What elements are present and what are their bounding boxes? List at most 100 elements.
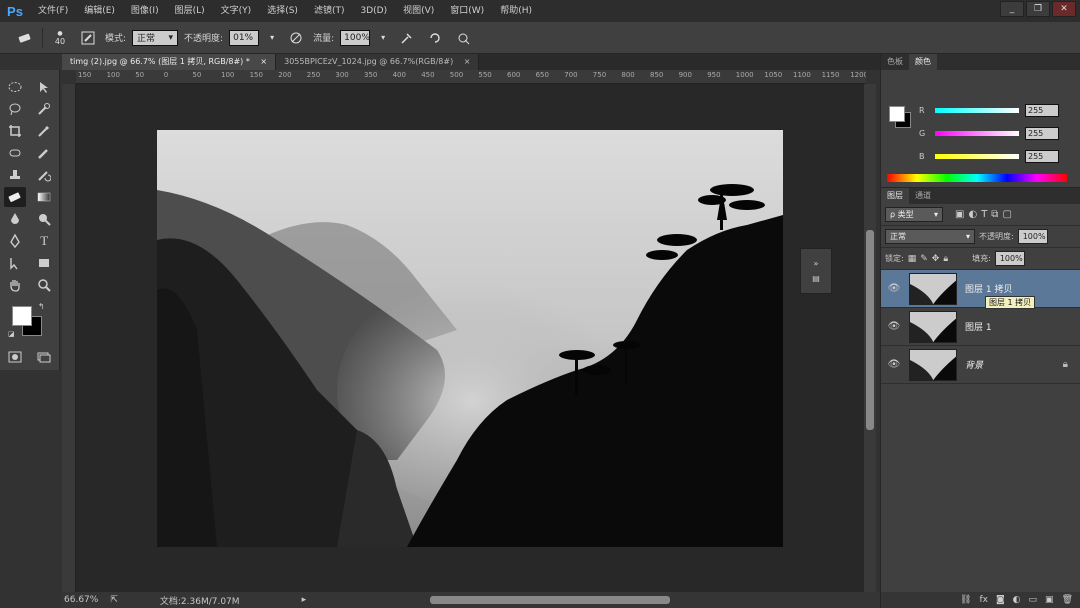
history-brush-tool-icon[interactable] (33, 165, 55, 185)
blue-slider[interactable] (935, 154, 1019, 159)
green-value[interactable]: 255 (1025, 127, 1059, 140)
zoom-tool-icon[interactable] (33, 275, 55, 295)
tab-layers[interactable]: 图层 (881, 188, 909, 204)
close-tab-icon[interactable]: × (464, 57, 471, 66)
menu-view[interactable]: 视图(V) (395, 0, 442, 22)
tab-color[interactable]: 颜色 (909, 54, 937, 70)
foreground-color-chip[interactable] (889, 106, 905, 122)
dodge-tool-icon[interactable] (33, 209, 55, 229)
visibility-eye-icon[interactable]: 👁︎ (887, 359, 901, 370)
brush-tool-icon[interactable] (33, 143, 55, 163)
foreground-color-swatch[interactable] (12, 306, 32, 326)
gradient-tool-icon[interactable] (33, 187, 55, 207)
panel-collapse-icon[interactable]: » (814, 259, 819, 268)
brush-size-picker[interactable]: ● 40 (49, 27, 71, 49)
red-value[interactable]: 255 (1025, 104, 1059, 117)
visibility-eye-icon[interactable]: 👁︎ (887, 321, 901, 332)
export-icon[interactable]: ⇱ (110, 595, 118, 605)
layer-style-icon[interactable]: fx (979, 595, 988, 605)
document-info[interactable]: 文档:2.36M/7.07M (160, 594, 240, 607)
filter-pixel-icon[interactable]: ▣ (955, 209, 964, 220)
brush-panel-toggle-icon[interactable] (77, 27, 99, 49)
hand-tool-icon[interactable] (4, 275, 26, 295)
crop-tool-icon[interactable] (4, 121, 26, 141)
menu-filter[interactable]: 滤镜(T) (306, 0, 353, 22)
lock-position-icon[interactable]: ✥ (932, 254, 940, 264)
menu-layer[interactable]: 图层(L) (167, 0, 213, 22)
pressure-opacity-icon[interactable] (285, 27, 307, 49)
rectangle-tool-icon[interactable] (33, 253, 55, 273)
pressure-size-icon[interactable] (452, 27, 474, 49)
eraser-tool-preset-icon[interactable] (14, 27, 36, 49)
panel-icon[interactable]: ▤ (812, 274, 820, 283)
erase-to-history-icon[interactable] (424, 27, 446, 49)
layer-name[interactable]: 图层 1 (965, 320, 992, 333)
path-selection-tool-icon[interactable] (4, 253, 26, 273)
lock-all-icon[interactable]: 🔒︎ (943, 254, 948, 264)
new-group-icon[interactable]: ▭ (1029, 595, 1038, 605)
mode-select[interactable]: 正常 ▾ (132, 29, 179, 46)
clone-stamp-tool-icon[interactable] (4, 165, 26, 185)
close-button[interactable]: ✕ (1052, 1, 1076, 17)
flow-slider-toggle-icon[interactable]: ▾ (376, 27, 390, 49)
type-tool-icon[interactable]: T (33, 231, 55, 251)
swap-colors-icon[interactable]: ↰ (38, 302, 45, 311)
menu-3d[interactable]: 3D(D) (352, 0, 395, 22)
filter-type-icon[interactable]: T (981, 209, 987, 220)
canvas-area[interactable] (76, 84, 866, 592)
zoom-level[interactable]: 66.67% (64, 595, 98, 605)
layer-row[interactable]: 👁︎ 图层 1 (881, 308, 1080, 346)
green-slider[interactable] (935, 131, 1019, 136)
eyedropper-tool-icon[interactable] (33, 121, 55, 141)
healing-brush-tool-icon[interactable] (4, 143, 26, 163)
menu-file[interactable]: 文件(F) (30, 0, 76, 22)
add-mask-icon[interactable]: ◙ (996, 595, 1005, 605)
screen-mode-icon[interactable] (33, 347, 55, 367)
filter-smart-object-icon[interactable]: ▢ (1002, 209, 1011, 220)
filter-shape-icon[interactable]: ⧉ (991, 209, 998, 220)
red-slider[interactable] (935, 108, 1019, 113)
lasso-tool-icon[interactable] (4, 99, 26, 119)
menu-type[interactable]: 文字(Y) (213, 0, 260, 22)
blue-value[interactable]: 255 (1025, 150, 1059, 163)
opacity-slider-toggle-icon[interactable]: ▾ (265, 27, 279, 49)
quick-mask-icon[interactable] (4, 347, 26, 367)
airbrush-icon[interactable] (396, 27, 418, 49)
minimize-button[interactable]: _ (1000, 1, 1024, 17)
layer-name[interactable]: 背景 (965, 358, 983, 371)
new-layer-icon[interactable]: ▣ (1045, 595, 1054, 605)
eraser-tool-icon[interactable] (3, 187, 26, 207)
layer-row[interactable]: 👁︎ 背景 🔒︎ (881, 346, 1080, 384)
marquee-tool-icon[interactable] (4, 77, 26, 97)
pen-tool-icon[interactable] (4, 231, 26, 251)
lock-pixels-icon[interactable]: ✎ (920, 254, 928, 264)
vertical-scroll-thumb[interactable] (866, 230, 874, 430)
quick-selection-tool-icon[interactable] (33, 99, 55, 119)
doc-tab-timg[interactable]: timg (2).jpg @ 66.7% (图层 1 拷贝, RGB/8#) *… (62, 54, 277, 70)
menu-window[interactable]: 窗口(W) (442, 0, 492, 22)
menu-edit[interactable]: 编辑(E) (76, 0, 123, 22)
filter-adjustment-icon[interactable]: ◐ (968, 209, 977, 220)
opacity-field[interactable]: 01% (229, 29, 260, 46)
lock-transparent-icon[interactable]: ▦ (908, 254, 917, 264)
color-spectrum[interactable] (887, 174, 1067, 182)
document-image[interactable] (157, 130, 783, 547)
tab-swatches[interactable]: 色板 (881, 54, 909, 70)
layer-opacity-field[interactable]: 100% (1017, 229, 1048, 244)
tab-channels[interactable]: 通道 (909, 188, 937, 204)
adjustment-layer-icon[interactable]: ◐ (1013, 595, 1021, 605)
close-tab-icon[interactable]: × (260, 57, 267, 66)
layer-name[interactable]: 图层 1 拷贝 (965, 282, 1012, 295)
status-menu-arrow-icon[interactable]: ▸ (302, 595, 307, 605)
move-tool-icon[interactable] (33, 77, 55, 97)
layer-row[interactable]: 👁︎ 图层 1 拷贝 图层 1 拷贝 (881, 270, 1080, 309)
default-colors-icon[interactable]: ◪ (8, 330, 15, 338)
blend-mode-select[interactable]: 正常 ▾ (885, 229, 975, 244)
fill-field[interactable]: 100% (994, 251, 1025, 266)
delete-layer-icon[interactable]: 🗑︎ (1062, 595, 1073, 605)
blur-tool-icon[interactable] (4, 209, 26, 229)
doc-tab-3055b[interactable]: 3055BPICEzV_1024.jpg @ 66.7%(RGB/8#) × (276, 54, 480, 70)
menu-image[interactable]: 图像(I) (123, 0, 167, 22)
menu-select[interactable]: 选择(S) (259, 0, 306, 22)
collapsed-panel-dock[interactable]: » ▤ (800, 248, 832, 294)
